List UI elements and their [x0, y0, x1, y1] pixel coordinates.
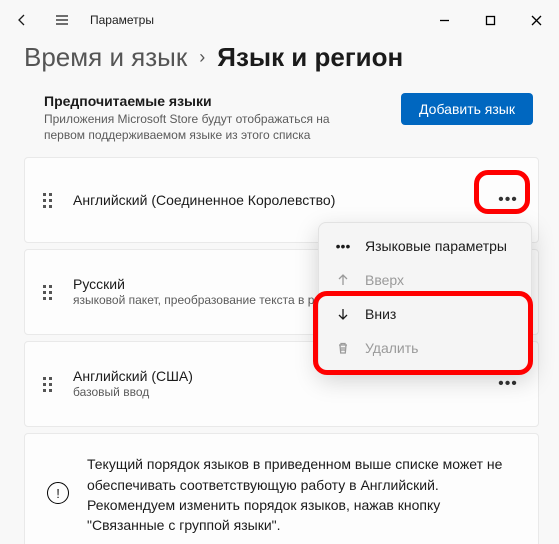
menu-item-remove: Удалить — [319, 331, 531, 365]
info-card: ! Текущий порядок языков в приведенном в… — [24, 433, 539, 544]
info-icon: ! — [47, 482, 69, 504]
arrow-down-icon — [335, 307, 351, 321]
menu-label: Языковые параметры — [365, 238, 507, 254]
trash-icon — [335, 341, 351, 355]
language-context-menu: ••• Языковые параметры Вверх Вниз Удалит… — [318, 222, 532, 372]
drag-handle-icon[interactable] — [39, 193, 55, 208]
menu-item-language-options[interactable]: ••• Языковые параметры — [319, 229, 531, 263]
window-close[interactable] — [513, 4, 559, 36]
back-button[interactable] — [10, 8, 34, 32]
drag-handle-icon[interactable] — [39, 377, 55, 392]
language-name: Английский (Соединенное Королевство) — [73, 192, 492, 208]
preferred-languages-desc: Приложения Microsoft Store будут отображ… — [44, 111, 344, 143]
breadcrumb-current: Язык и регион — [217, 42, 403, 73]
breadcrumb-parent[interactable]: Время и язык — [24, 42, 187, 73]
preferred-languages-title: Предпочитаемые языки — [44, 93, 381, 109]
language-more-button[interactable]: ••• — [492, 368, 524, 400]
info-text: Текущий порядок языков в приведенном выш… — [87, 454, 516, 535]
window-maximize[interactable] — [467, 4, 513, 36]
menu-label: Вверх — [365, 272, 404, 288]
language-more-button[interactable]: ••• — [492, 184, 524, 216]
menu-label: Удалить — [365, 340, 418, 356]
breadcrumb: Время и язык › Язык и регион — [24, 42, 539, 73]
app-title: Параметры — [90, 13, 154, 27]
menu-button[interactable] — [50, 8, 74, 32]
breadcrumb-separator: › — [199, 47, 205, 68]
window-minimize[interactable] — [421, 4, 467, 36]
menu-label: Вниз — [365, 306, 396, 322]
menu-item-move-up: Вверх — [319, 263, 531, 297]
menu-item-move-down[interactable]: Вниз — [319, 297, 531, 331]
ellipsis-icon: ••• — [335, 238, 351, 254]
arrow-up-icon — [335, 273, 351, 287]
add-language-button[interactable]: Добавить язык — [401, 93, 533, 125]
language-subtitle: базовый ввод — [73, 385, 492, 401]
drag-handle-icon[interactable] — [39, 285, 55, 300]
